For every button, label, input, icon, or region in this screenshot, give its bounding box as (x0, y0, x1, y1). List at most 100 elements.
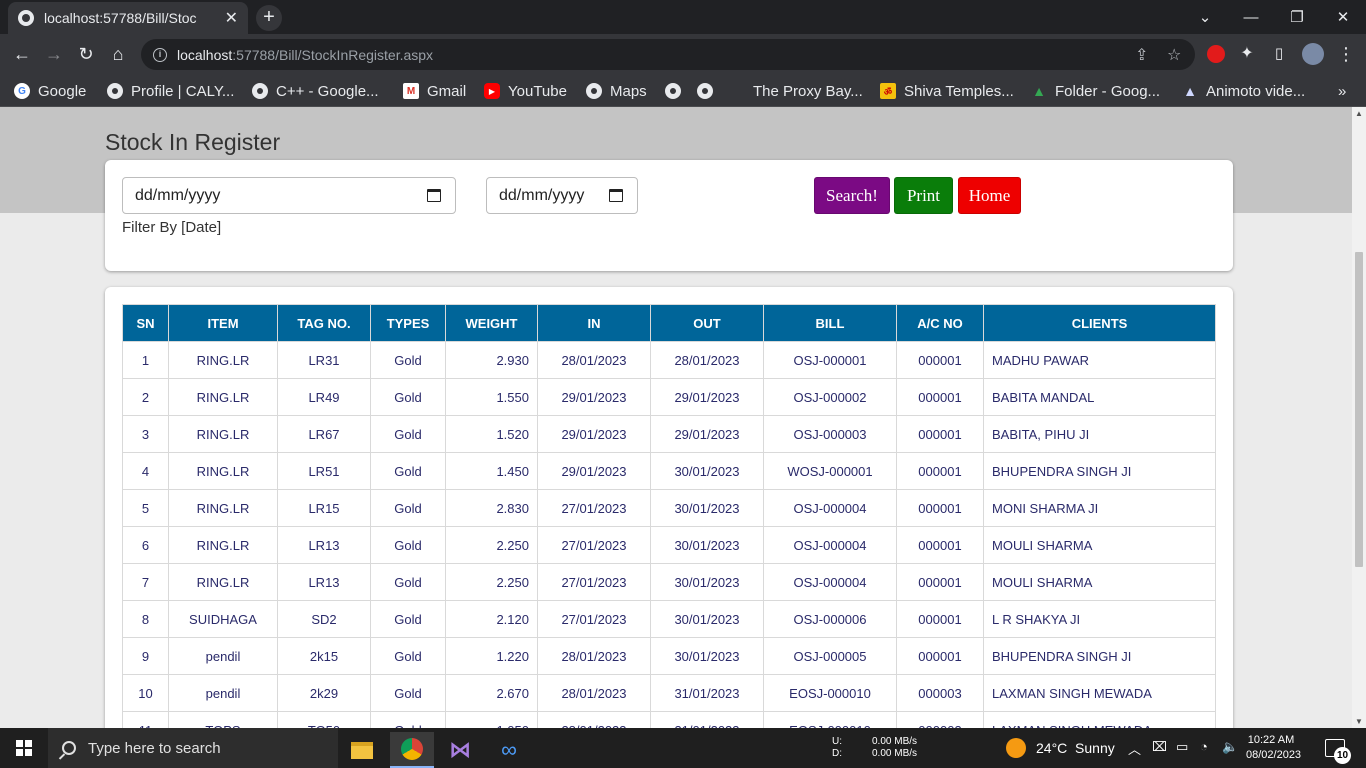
bookmark-shiva-temples[interactable]: ॐ Shiva Temples... (880, 81, 1014, 101)
header-bill[interactable]: BILL (763, 304, 897, 342)
bookmark-cpp[interactable]: C++ - Google... (252, 81, 379, 101)
meta-app-icon[interactable]: ∞ (487, 732, 531, 768)
bookmark-gmail[interactable]: M Gmail (403, 81, 466, 101)
bookmark-star-icon[interactable]: ☆ (1167, 45, 1181, 65)
clock-date: 08/02/2023 (1246, 749, 1302, 761)
back-arrow-icon[interactable]: ← (10, 42, 34, 66)
address-bar[interactable]: i localhost:57788/Bill/StockInRegister.a… (141, 39, 1195, 70)
table-row[interactable]: 9 pendil 2k15 Gold 1.220 28/01/2023 30/01/2023… (122, 637, 1216, 675)
share-icon[interactable]: ⇪ (1135, 45, 1148, 65)
file-explorer-icon[interactable] (340, 732, 384, 768)
table-row[interactable]: 5 RING.LR LR15 Gold 2.830 27/01/2023 30/01/202… (122, 489, 1216, 527)
table-row[interactable]: 3 RING.LR LR67 Gold 1.520 29/01/2023 29/01/202… (122, 415, 1216, 453)
browser-tab[interactable]: localhost:57788/Bill/Stoc ✕ (8, 2, 248, 34)
cell-sn: 10 (122, 674, 169, 712)
stock-in-table: SN ITEM TAG NO. TYPES WEIGHT IN OUT BILL… (122, 304, 1216, 728)
chrome-icon[interactable] (390, 732, 434, 768)
bookmark-drive-folder[interactable]: ▲ Folder - Goog... (1031, 81, 1160, 101)
tab-search-chevron-icon[interactable]: ⌄ (1182, 0, 1228, 34)
close-window-button[interactable]: ✕ (1320, 0, 1366, 34)
cell-bill: OSJ-000002 (763, 378, 897, 416)
home-button[interactable]: Home (958, 177, 1021, 214)
header-clients[interactable]: CLIENTS (983, 304, 1216, 342)
bookmark-google[interactable]: G Google (14, 81, 86, 101)
scroll-thumb[interactable] (1355, 252, 1363, 567)
cell-item: RING.LR (168, 341, 278, 379)
scroll-up-arrow-icon[interactable]: ▲ (1355, 109, 1363, 118)
table-row[interactable]: 11TOPSTO50Gold1.05028/01/202331/01/2023E… (122, 711, 1216, 728)
table-row[interactable]: 8 SUIDHAGA SD2 Gold 2.120 27/01/2023 30/01/202… (122, 600, 1216, 638)
profile-avatar[interactable] (1302, 43, 1324, 65)
calendar-icon[interactable] (427, 189, 441, 202)
weather-widget[interactable]: 24°C Sunny (1006, 738, 1115, 758)
meet-icon[interactable]: ⌧ (1152, 739, 1167, 755)
visual-studio-icon[interactable]: ⋈ (438, 732, 482, 768)
date-from-input[interactable]: dd/mm/yyyy (122, 177, 456, 214)
windows-start-icon[interactable] (16, 740, 32, 756)
header-types[interactable]: TYPES (370, 304, 446, 342)
table-row[interactable]: 10 pendil 2k29 Gold 2.670 28/01/2023 31/01/202… (122, 674, 1216, 712)
bookmark-animoto[interactable]: ▲ Animoto vide... (1182, 81, 1305, 101)
calendar-icon[interactable] (609, 189, 623, 202)
scroll-down-arrow-icon[interactable]: ▼ (1355, 717, 1363, 726)
cell-bill: OSJ-000003 (763, 415, 897, 453)
cell-tag-no: 2k29 (277, 674, 371, 712)
extensions-puzzle-icon[interactable]: ✦ (1235, 42, 1259, 66)
taskbar-clock[interactable]: 10:22 AM 08/02/2023 (1246, 733, 1302, 763)
cell-bill: WOSJ-000001 (763, 452, 897, 490)
cell-clients: MOULI SHARMA (983, 563, 1216, 601)
header-item[interactable]: ITEM (168, 304, 278, 342)
cell-tag-no: LR13 (277, 526, 371, 564)
header-tag-no[interactable]: TAG NO. (277, 304, 371, 342)
cell-item: RING.LR (168, 563, 278, 601)
cell-in: 27/01/2023 (537, 600, 651, 638)
bookmarks-overflow-button[interactable]: » (1338, 81, 1346, 101)
cell-weight: 1.220 (445, 637, 538, 675)
reload-icon[interactable]: ↻ (74, 42, 98, 66)
adblock-extension-icon[interactable] (1207, 45, 1225, 63)
minimize-button[interactable]: — (1228, 0, 1274, 34)
side-panel-icon[interactable]: ▯ (1267, 42, 1291, 66)
volume-icon[interactable]: 🔈 (1222, 739, 1238, 755)
wifi-icon[interactable]: ◔ (1200, 739, 1208, 754)
home-icon[interactable]: ⌂ (106, 42, 130, 66)
cell-tag-no: TO50 (277, 711, 371, 728)
bookmark-profile[interactable]: Profile | CALY... (107, 81, 234, 101)
cell-ac-no: 000001 (896, 378, 984, 416)
bookmark-unnamed-1[interactable] (665, 81, 689, 101)
tab-close-icon[interactable]: ✕ (225, 8, 238, 28)
cell-item: pendil (168, 674, 278, 712)
cell-bill: OSJ-000004 (763, 526, 897, 564)
bookmark-unnamed-2[interactable] (697, 81, 721, 101)
page-scrollbar[interactable]: ▲ ▼ (1352, 107, 1366, 728)
header-sn[interactable]: SN (122, 304, 169, 342)
restore-button[interactable]: ❐ (1274, 0, 1320, 34)
bookmark-youtube[interactable]: ▶ YouTube (484, 81, 567, 101)
menu-kebab-icon[interactable]: ⋮ (1334, 42, 1358, 66)
battery-icon[interactable]: ▭ (1176, 739, 1188, 755)
search-button[interactable]: Search! (814, 177, 890, 214)
taskbar-search-box[interactable]: Type here to search (48, 728, 338, 768)
table-row[interactable]: 2 RING.LR LR49 Gold 1.550 29/01/2023 29/01/202… (122, 378, 1216, 416)
tray-chevron-icon[interactable]: ︿ (1128, 739, 1141, 758)
bookmark-label: Gmail (427, 82, 467, 100)
cell-clients: BHUPENDRA SINGH JI (983, 452, 1216, 490)
table-row[interactable]: 6 RING.LR LR13 Gold 2.250 27/01/2023 30/01/202… (122, 526, 1216, 564)
cell-weight: 2.250 (445, 526, 538, 564)
header-weight[interactable]: WEIGHT (445, 304, 538, 342)
date-to-input[interactable]: dd/mm/yyyy (486, 177, 638, 214)
print-button[interactable]: Print (894, 177, 953, 214)
table-row[interactable]: 7 RING.LR LR13 Gold 2.250 27/01/2023 30/01/202… (122, 563, 1216, 601)
forward-arrow-icon[interactable]: → (42, 42, 66, 66)
bookmark-label: Shiva Temples... (904, 82, 1014, 100)
header-out[interactable]: OUT (650, 304, 764, 342)
bookmark-maps[interactable]: Maps (586, 81, 647, 101)
table-row[interactable]: 4 RING.LR LR51 Gold 1.450 29/01/2023 30/01/202… (122, 452, 1216, 490)
header-in[interactable]: IN (537, 304, 651, 342)
filter-card: dd/mm/yyyy dd/mm/yyyy Filter By [Date] S… (105, 160, 1233, 271)
table-row[interactable]: 1 RING.LR LR31 Gold 2.930 28/01/2023 28/01/202… (122, 341, 1216, 379)
header-ac-no[interactable]: A/C NO (896, 304, 984, 342)
bookmark-proxy-bay[interactable]: The Proxy Bay... (753, 81, 863, 101)
site-info-icon[interactable]: i (153, 47, 167, 62)
new-tab-button[interactable]: + (256, 5, 282, 31)
